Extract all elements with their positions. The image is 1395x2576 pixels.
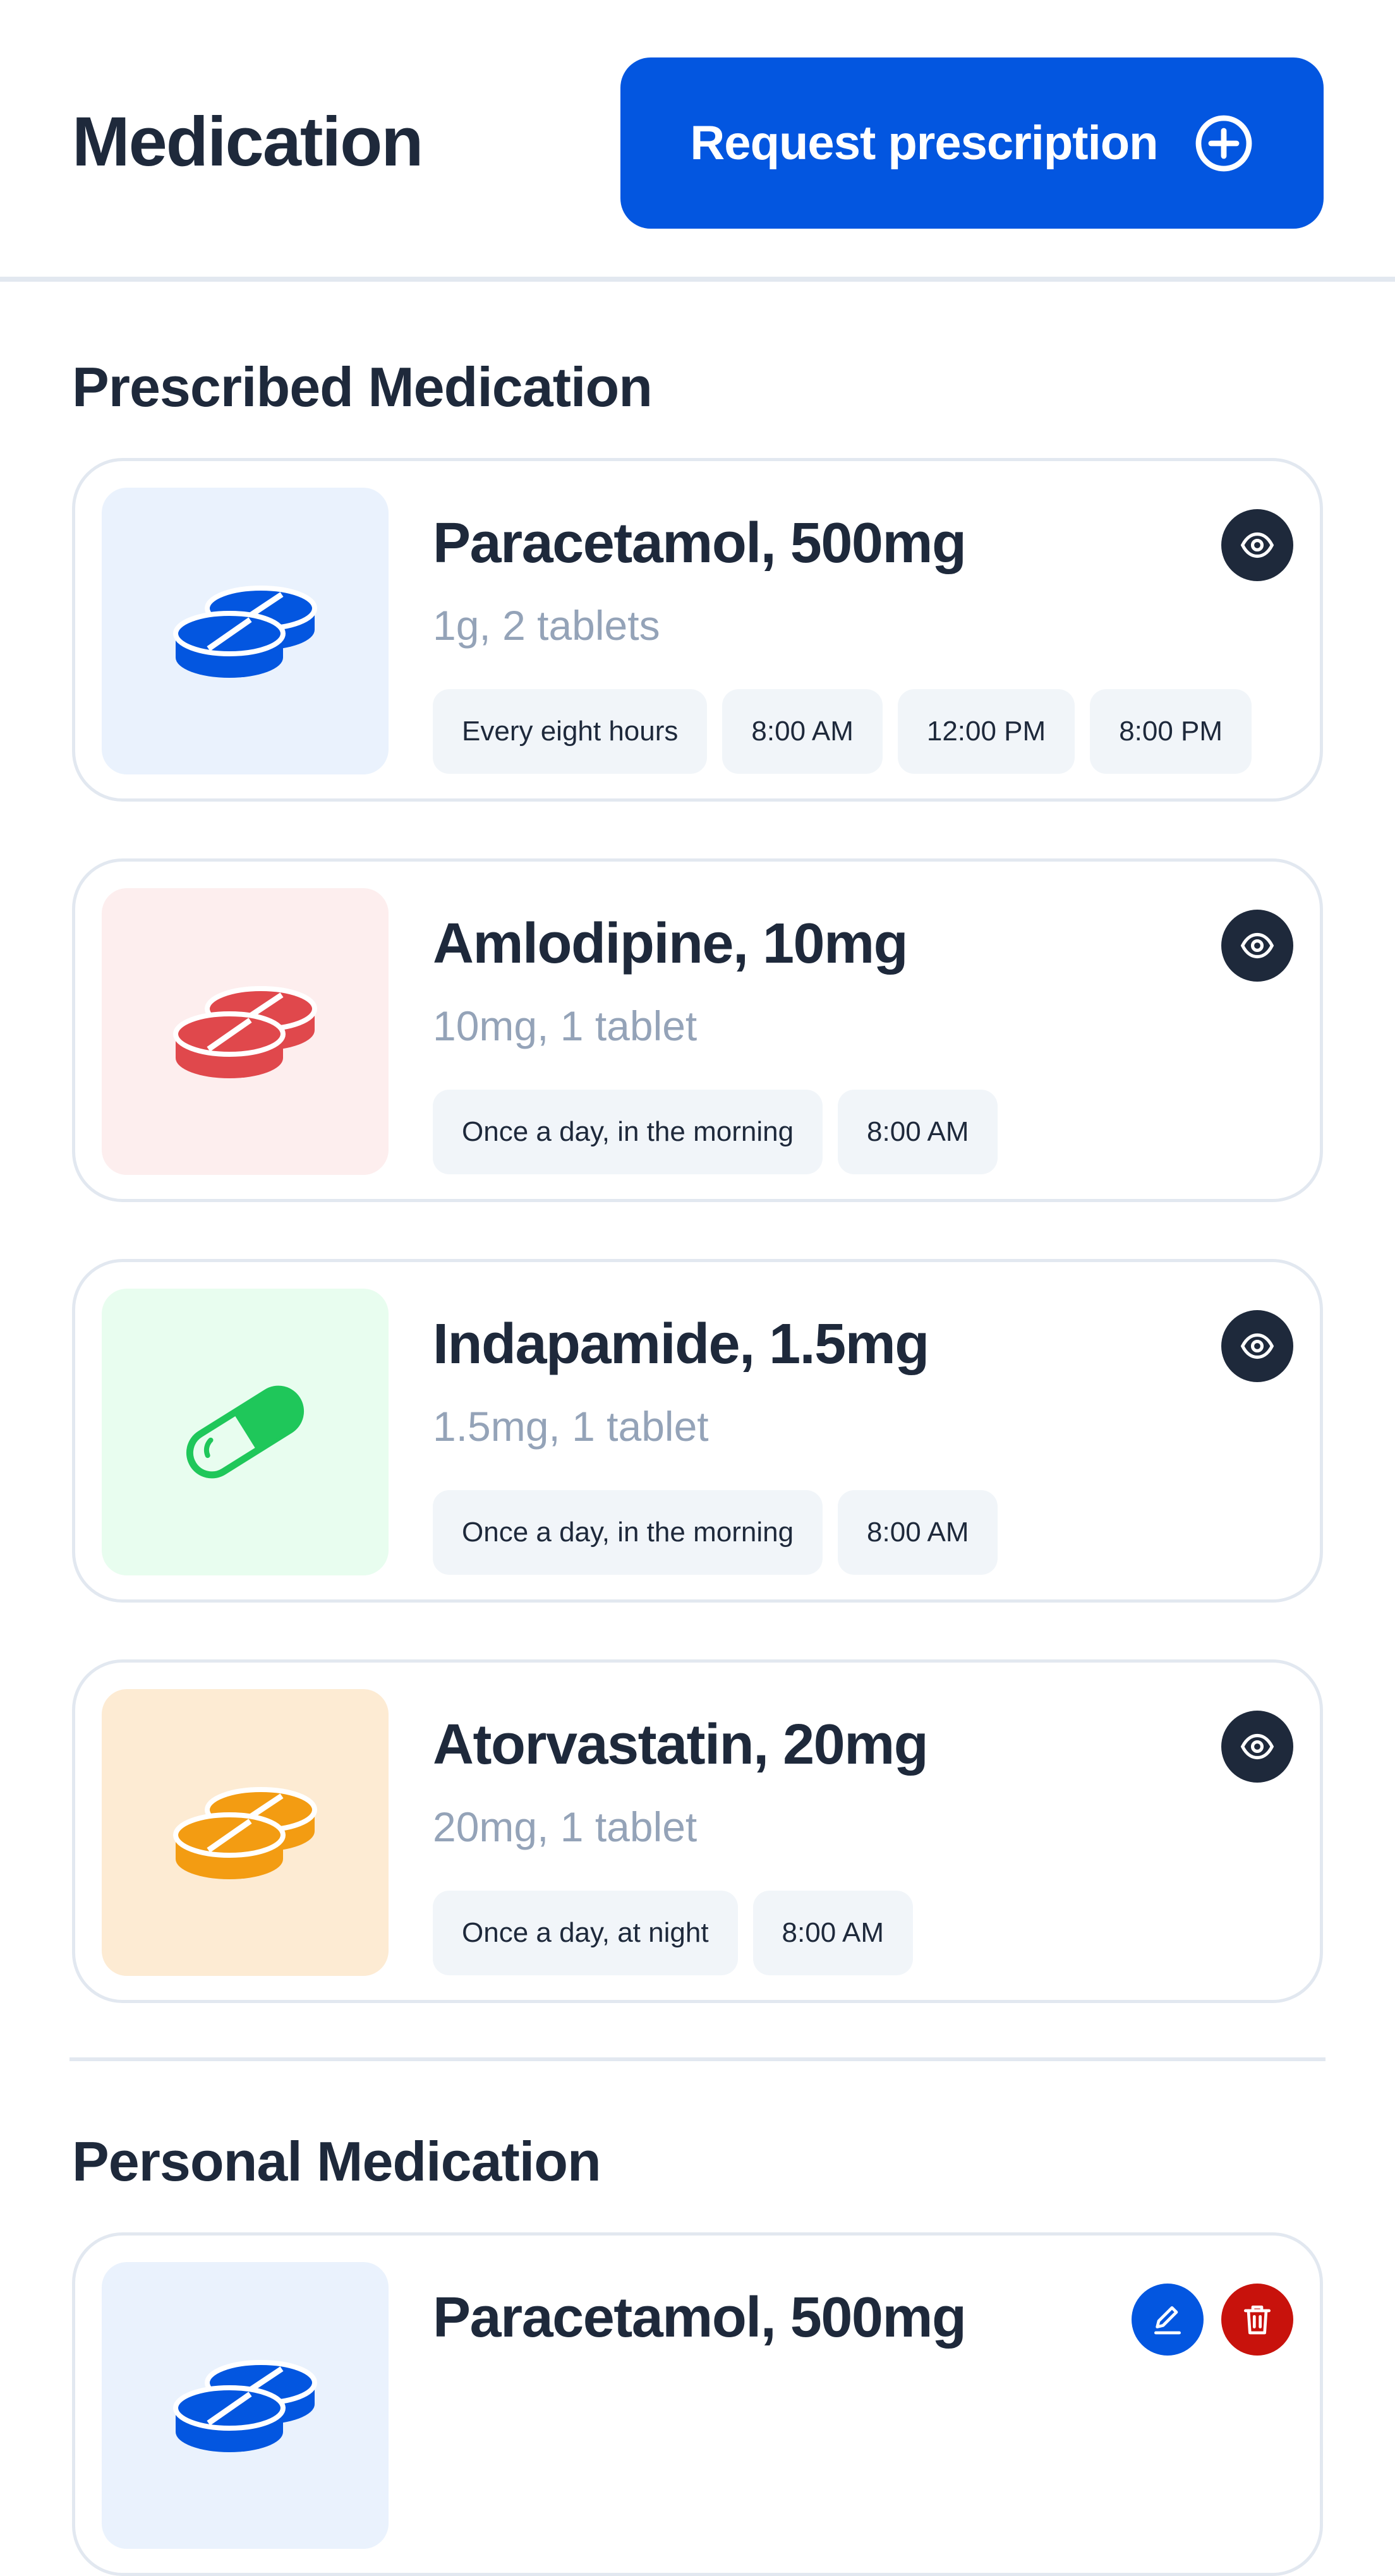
medication-name: Indapamide, 1.5mg bbox=[433, 1313, 929, 1376]
medication-dose: 10mg, 1 tablet bbox=[433, 1002, 697, 1049]
pencil-icon bbox=[1154, 2306, 1181, 2335]
personal-section-title: Personal Medication bbox=[72, 2130, 601, 2193]
medication-thumbnail bbox=[102, 488, 389, 774]
time-chip: 12:00 PM bbox=[897, 689, 1075, 774]
medication-thumbnail bbox=[102, 1689, 389, 1976]
medication-thumbnail bbox=[102, 1289, 389, 1575]
medication-dose: 20mg, 1 tablet bbox=[433, 1803, 697, 1850]
schedule-chips: Every eight hours 8:00 AM 12:00 PM 8:00 PM bbox=[433, 689, 1252, 774]
prescribed-section-title: Prescribed Medication bbox=[72, 356, 653, 418]
schedule-chips: Once a day, in the morning 8:00 AM bbox=[433, 1090, 998, 1174]
eye-icon bbox=[1240, 1333, 1274, 1359]
view-button[interactable] bbox=[1221, 509, 1293, 581]
medication-card: Paracetamol, 500mg bbox=[72, 2232, 1323, 2576]
time-chip: 8:00 PM bbox=[1090, 689, 1252, 774]
medication-card: Indapamide, 1.5mg 1.5mg, 1 tablet Once a d… bbox=[72, 1259, 1323, 1603]
request-prescription-button[interactable]: Request prescription bbox=[620, 57, 1324, 229]
edit-button[interactable] bbox=[1132, 2284, 1204, 2356]
delete-button[interactable] bbox=[1221, 2284, 1293, 2356]
medication-name: Paracetamol, 500mg bbox=[433, 512, 967, 575]
medication-card: Atorvastatin, 20mg 20mg, 1 tablet Once a d… bbox=[72, 1659, 1323, 2003]
tablets-icon bbox=[173, 1787, 317, 1879]
frequency-chip: Once a day, at night bbox=[433, 1891, 738, 1975]
section-divider bbox=[69, 2057, 1326, 2061]
frequency-chip: Every eight hours bbox=[433, 689, 708, 774]
eye-icon bbox=[1240, 932, 1274, 959]
frequency-chip: Once a day, in the morning bbox=[433, 1490, 823, 1575]
medication-dose: 1g, 2 tablets bbox=[433, 602, 660, 649]
tablets-icon bbox=[173, 586, 317, 678]
page-title: Medication bbox=[72, 103, 423, 181]
time-chip: 8:00 AM bbox=[752, 1891, 913, 1975]
eye-icon bbox=[1240, 532, 1274, 558]
medication-thumbnail bbox=[102, 2262, 389, 2549]
medication-name: Amlodipine, 10mg bbox=[433, 912, 909, 975]
time-chip: 8:00 AM bbox=[838, 1090, 998, 1174]
medication-card: Paracetamol, 500mg 1g, 2 tablets Every eig… bbox=[72, 458, 1323, 802]
medication-name: Atorvastatin, 20mg bbox=[433, 1713, 929, 1776]
view-button[interactable] bbox=[1221, 910, 1293, 982]
medication-thumbnail bbox=[102, 888, 389, 1175]
tablets-icon bbox=[173, 2360, 317, 2452]
trash-icon bbox=[1244, 2305, 1271, 2335]
frequency-chip: Once a day, in the morning bbox=[433, 1090, 823, 1174]
schedule-chips: Once a day, at night 8:00 AM bbox=[433, 1891, 913, 1975]
view-button[interactable] bbox=[1221, 1711, 1293, 1783]
medication-name: Paracetamol, 500mg bbox=[433, 2286, 967, 2349]
capsule-icon bbox=[186, 1385, 305, 1479]
eye-icon bbox=[1240, 1733, 1274, 1760]
time-chip: 8:00 AM bbox=[838, 1490, 998, 1575]
time-chip: 8:00 AM bbox=[722, 689, 883, 774]
medication-dose: 1.5mg, 1 tablet bbox=[433, 1403, 709, 1450]
plus-circle-icon bbox=[1195, 115, 1252, 171]
app-header: Medication Request prescription bbox=[0, 0, 1395, 282]
request-prescription-label: Request prescription bbox=[690, 116, 1158, 170]
view-button[interactable] bbox=[1221, 1310, 1293, 1382]
medication-card: Amlodipine, 10mg 10mg, 1 tablet Once a day… bbox=[72, 858, 1323, 1202]
tablets-icon bbox=[173, 986, 317, 1078]
schedule-chips: Once a day, in the morning 8:00 AM bbox=[433, 1490, 998, 1575]
